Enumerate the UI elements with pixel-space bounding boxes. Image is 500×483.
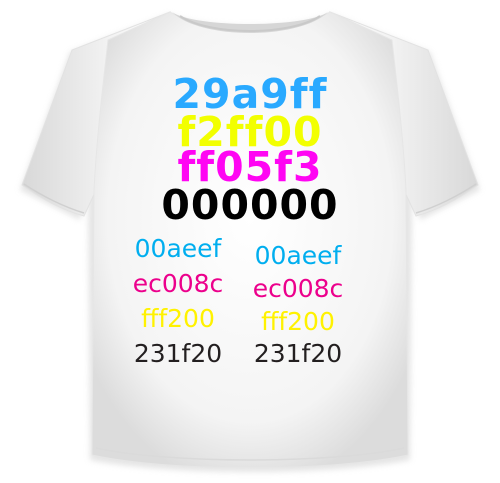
left-col-line-3: fff200 [141,304,215,333]
left-col-line-1: 00aeef [134,234,222,263]
right-col-line-2: ec008c [252,274,344,303]
left-col-line-4: 231f20 [133,339,223,368]
right-col-line-3: fff200 [261,307,335,336]
tshirt-mockup: 29a9ff f2ff00 ff05f3 000000 00aeef ec008… [0,0,500,483]
right-col-line-4: 231f20 [253,339,343,368]
print-line-4: 000000 [161,181,339,229]
left-col-line-2: ec008c [132,269,224,298]
right-col-line-1: 00aeef [254,241,342,270]
